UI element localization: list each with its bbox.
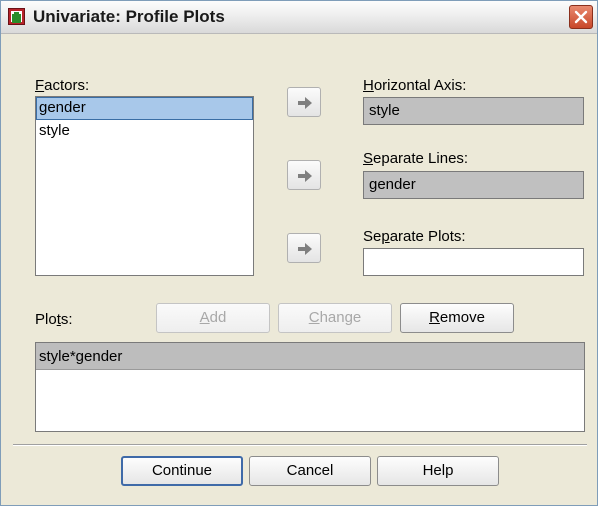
move-to-separate-plots-button[interactable] bbox=[287, 233, 321, 263]
factors-list[interactable]: gender style bbox=[35, 96, 254, 276]
close-button[interactable] bbox=[569, 5, 593, 29]
plots-list-item[interactable]: style*gender bbox=[36, 343, 584, 370]
profile-plots-dialog: Univariate: Profile Plots Factors: gende… bbox=[0, 0, 598, 506]
window-title: Univariate: Profile Plots bbox=[33, 7, 225, 26]
close-icon bbox=[574, 10, 588, 24]
horizontal-axis-field[interactable]: style bbox=[363, 97, 584, 125]
factors-label: Factors: bbox=[35, 77, 90, 94]
continue-button[interactable]: Continue bbox=[121, 456, 243, 486]
change-button[interactable]: Change bbox=[278, 303, 392, 333]
cancel-button[interactable]: Cancel bbox=[249, 456, 371, 486]
add-button[interactable]: Add bbox=[156, 303, 270, 333]
move-to-horizontal-axis-button[interactable] bbox=[287, 87, 321, 117]
horizontal-axis-label: Horizontal Axis: bbox=[363, 77, 467, 94]
help-button[interactable]: Help bbox=[377, 456, 499, 486]
factor-item-style[interactable]: style bbox=[36, 120, 253, 143]
separate-plots-label: Separate Plots: bbox=[363, 228, 466, 245]
plots-list[interactable]: style*gender bbox=[35, 342, 585, 432]
move-right-arrow-icon bbox=[298, 97, 312, 109]
move-right-arrow-icon bbox=[298, 243, 312, 255]
separate-lines-label: Separate Lines: bbox=[363, 150, 469, 167]
plots-label: Plots: bbox=[35, 311, 73, 328]
factor-item-gender[interactable]: gender bbox=[36, 97, 253, 120]
button-separator bbox=[13, 444, 587, 446]
separate-plots-field[interactable] bbox=[363, 248, 584, 276]
remove-button[interactable]: Remove bbox=[400, 303, 514, 333]
dialog-app-icon bbox=[8, 8, 25, 25]
title-bar[interactable]: Univariate: Profile Plots bbox=[1, 1, 597, 34]
move-right-arrow-icon bbox=[298, 170, 312, 182]
move-to-separate-lines-button[interactable] bbox=[287, 160, 321, 190]
separate-lines-field[interactable]: gender bbox=[363, 171, 584, 199]
